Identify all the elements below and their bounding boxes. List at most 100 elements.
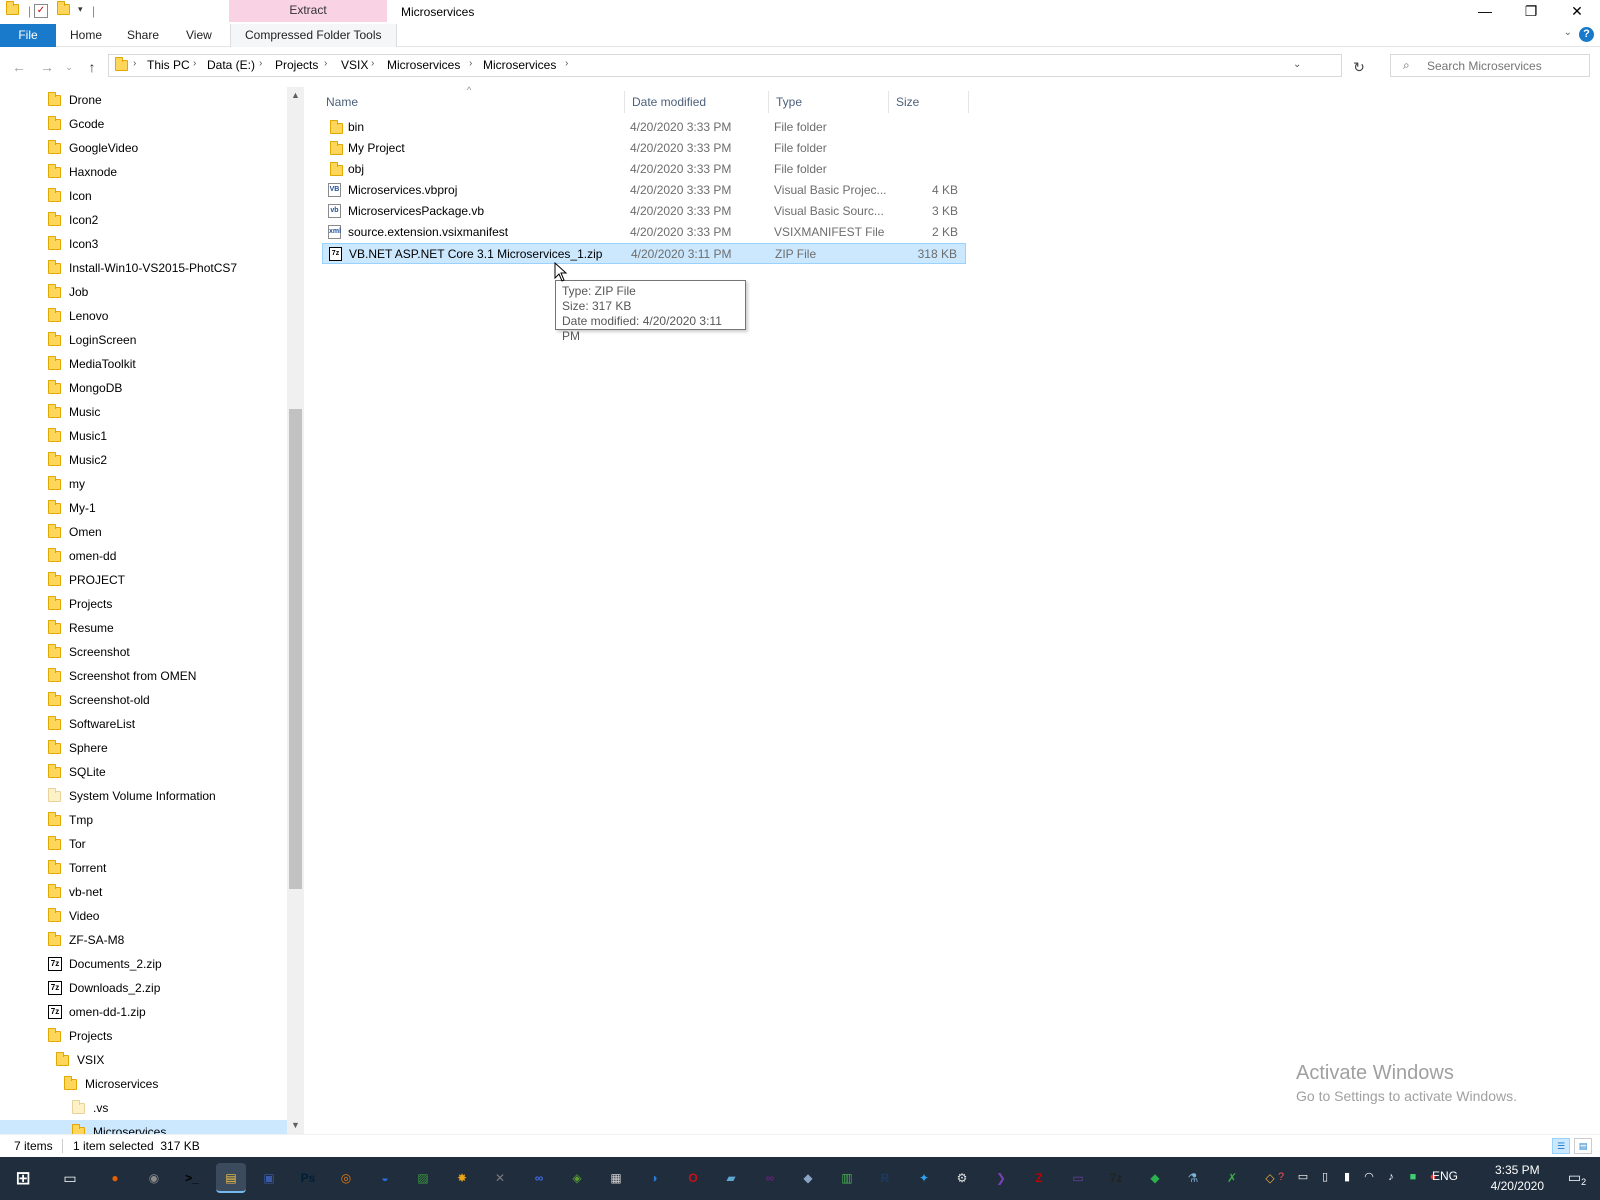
blender-icon[interactable]: ◎ xyxy=(331,1163,361,1193)
nav-tree-item[interactable]: PROJECT xyxy=(0,568,287,592)
opera-icon[interactable]: O xyxy=(678,1163,708,1193)
nav-tree-item[interactable]: .vs xyxy=(0,1096,287,1120)
address-history-chevron-icon[interactable]: ⌄ xyxy=(1293,59,1301,70)
nav-tree-item[interactable]: Resume xyxy=(0,616,287,640)
file-row[interactable]: VB Microservices.vbproj 4/20/2020 3:33 PM V… xyxy=(322,180,966,201)
nav-tree-item[interactable]: Projects xyxy=(0,592,287,616)
nav-tree-item[interactable]: 7z Downloads_2.zip xyxy=(0,976,287,1000)
up-arrow-icon[interactable]: ↑ xyxy=(83,58,101,76)
tray-app-icon[interactable]: ■ xyxy=(1406,1170,1420,1184)
nav-tree-item[interactable]: omen-dd xyxy=(0,544,287,568)
app-21-icon[interactable]: R xyxy=(870,1163,900,1193)
app-15-icon[interactable]: ◑ xyxy=(639,1163,669,1193)
start-windows-icon[interactable]: ⊞ xyxy=(8,1163,38,1193)
app-5-icon[interactable]: ▣ xyxy=(254,1163,284,1193)
back-arrow-icon[interactable]: ← xyxy=(10,58,28,76)
file-row[interactable]: My Project 4/20/2020 3:33 PM File folder xyxy=(322,138,966,159)
nav-tree-item[interactable]: ZF-SA-M8 xyxy=(0,928,287,952)
column-header-date-modified[interactable]: Date modified xyxy=(632,91,706,113)
nav-tree-item[interactable]: vb-net xyxy=(0,880,287,904)
vs-code-icon[interactable]: ❯ xyxy=(986,1163,1016,1193)
nav-tree-item[interactable]: 7z omen-dd-1.zip xyxy=(0,1000,287,1024)
chevron-right-icon[interactable]: › xyxy=(133,58,136,69)
app-29-icon[interactable]: ⚗ xyxy=(1178,1163,1208,1193)
app-13-icon[interactable]: ◈ xyxy=(562,1163,592,1193)
nav-tree-item[interactable]: Microservices xyxy=(0,1072,287,1096)
nav-tree-item[interactable]: Screenshot xyxy=(0,640,287,664)
breadcrumb-microservices-current[interactable]: Microservices xyxy=(483,58,556,72)
nav-tree-item[interactable]: Drone xyxy=(0,88,287,112)
app-17-icon[interactable]: ▰ xyxy=(716,1163,746,1193)
address-bar[interactable]: › This PC › Data (E:) › Projects › VSIX … xyxy=(108,54,1342,77)
nav-tree-item[interactable]: MediaToolkit xyxy=(0,352,287,376)
tray-usb-icon[interactable]: ▯ xyxy=(1318,1170,1332,1184)
app-22-icon[interactable]: ✦ xyxy=(909,1163,939,1193)
chevron-right-icon[interactable]: › xyxy=(193,58,196,69)
app-11-icon[interactable]: ✕ xyxy=(485,1163,515,1193)
breadcrumb-vsix[interactable]: VSIX xyxy=(341,58,368,72)
customize-qat-icon[interactable]: ▾ xyxy=(78,4,92,18)
tray-network-icon[interactable]: ▭ xyxy=(1296,1170,1310,1184)
app-10-icon[interactable]: ✸ xyxy=(447,1163,477,1193)
explorer-folder-icon[interactable] xyxy=(6,1,20,18)
nav-tree-item[interactable]: Job xyxy=(0,280,287,304)
nav-tree-item[interactable]: Gcode xyxy=(0,112,287,136)
tray-battery-icon[interactable]: ▮ xyxy=(1340,1170,1354,1184)
nav-tree-item[interactable]: Omen xyxy=(0,520,287,544)
app-19-icon[interactable]: ◆ xyxy=(793,1163,823,1193)
nav-tree-item[interactable]: Haxnode xyxy=(0,160,287,184)
nav-tree-item[interactable]: Microservices xyxy=(0,1120,287,1134)
tab-home[interactable]: Home xyxy=(56,24,116,47)
breadcrumb-data-e[interactable]: Data (E:) xyxy=(207,58,255,72)
column-divider[interactable] xyxy=(968,91,969,113)
nav-tree-item[interactable]: my xyxy=(0,472,287,496)
file-row[interactable]: obj 4/20/2020 3:33 PM File folder xyxy=(322,159,966,180)
nav-tree-item[interactable]: MongoDB xyxy=(0,376,287,400)
file-row[interactable]: 7z VB.NET ASP.NET Core 3.1 Microservices_… xyxy=(322,243,966,264)
breadcrumb-microservices[interactable]: Microservices xyxy=(387,58,460,72)
chevron-right-icon[interactable]: › xyxy=(259,58,262,69)
nav-tree-item[interactable]: 7z Documents_2.zip xyxy=(0,952,287,976)
extract-context-tab[interactable]: Extract xyxy=(229,0,387,22)
breadcrumb-this-pc[interactable]: This PC xyxy=(147,58,190,72)
nav-tree-item[interactable]: VSIX xyxy=(0,1048,287,1072)
column-header-size[interactable]: Size xyxy=(896,91,919,113)
chevron-right-icon[interactable]: › xyxy=(371,58,374,69)
nav-tree-item[interactable]: SQLite xyxy=(0,760,287,784)
large-icons-view-icon[interactable]: ▤ xyxy=(1574,1138,1592,1154)
action-center-icon[interactable]: ▭2 xyxy=(1566,1167,1588,1187)
nav-tree-item[interactable]: Install-Win10-VS2015-PhotCS7 xyxy=(0,256,287,280)
tab-file[interactable]: File xyxy=(0,24,56,47)
nav-tree-item[interactable]: Icon2 xyxy=(0,208,287,232)
close-button[interactable]: ✕ xyxy=(1554,0,1600,24)
file-row[interactable]: bin 4/20/2020 3:33 PM File folder xyxy=(322,117,966,138)
app-26-icon[interactable]: ▭ xyxy=(1063,1163,1093,1193)
taskbar-clock[interactable]: 3:35 PM 4/20/2020 xyxy=(1491,1162,1544,1194)
expand-ribbon-chevron-icon[interactable]: ⌄ xyxy=(1564,27,1572,38)
breadcrumb-projects[interactable]: Projects xyxy=(275,58,318,72)
nav-tree-item[interactable]: Lenovo xyxy=(0,304,287,328)
nav-tree-item[interactable]: SoftwareList xyxy=(0,712,287,736)
nav-tree-item[interactable]: Tmp xyxy=(0,808,287,832)
app-12-icon[interactable]: ∞ xyxy=(524,1163,554,1193)
app-9-icon[interactable]: ▨ xyxy=(408,1163,438,1193)
file-row[interactable]: xml source.extension.vsixmanifest 4/20/202… xyxy=(322,222,966,243)
visual-studio-icon[interactable]: ∞ xyxy=(755,1163,785,1193)
firefox-icon[interactable]: ● xyxy=(100,1163,130,1193)
nav-tree-item[interactable]: My-1 xyxy=(0,496,287,520)
file-explorer-icon[interactable]: ▤ xyxy=(216,1163,246,1193)
terminal-icon[interactable]: >_ xyxy=(177,1163,207,1193)
navigation-pane-scrollbar[interactable]: ▲ ▼ xyxy=(287,87,304,1134)
restore-button[interactable]: ❐ xyxy=(1508,0,1554,24)
nav-tree-item[interactable]: Tor xyxy=(0,832,287,856)
forward-arrow-icon[interactable]: → xyxy=(38,58,56,76)
nav-tree-item[interactable]: Torrent xyxy=(0,856,287,880)
nav-tree-item[interactable]: Projects xyxy=(0,1024,287,1048)
nav-tree-item[interactable]: Screenshot from OMEN xyxy=(0,664,287,688)
nav-tree-item[interactable]: Video xyxy=(0,904,287,928)
nav-tree-item[interactable]: Music xyxy=(0,400,287,424)
tab-view[interactable]: View xyxy=(172,24,226,47)
chevron-right-icon[interactable]: › xyxy=(565,58,568,69)
nav-tree-item[interactable]: Sphere xyxy=(0,736,287,760)
task-view-icon[interactable]: ▭ xyxy=(55,1163,85,1193)
